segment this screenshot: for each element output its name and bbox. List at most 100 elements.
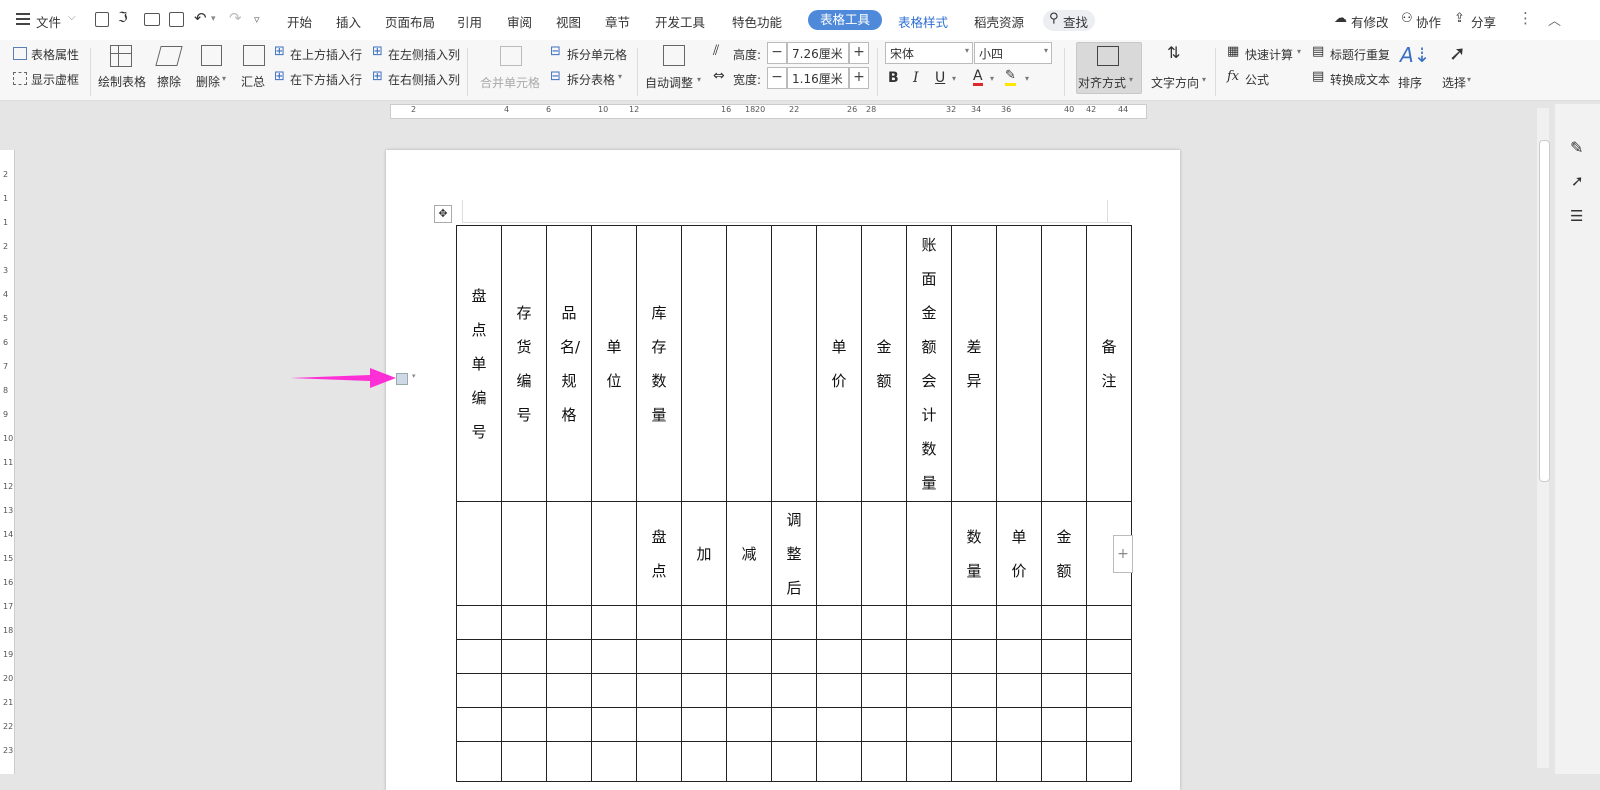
table-cell[interactable]: 单位 — [591, 225, 637, 502]
quick-calc-button[interactable]: 快速计算 — [1245, 46, 1293, 63]
table-cell[interactable] — [906, 673, 952, 708]
width-decrease-button[interactable]: − — [767, 67, 787, 89]
table-cell[interactable] — [1041, 707, 1087, 742]
print-icon[interactable] — [144, 13, 160, 26]
tab-resource[interactable]: 稻壳资源 — [974, 12, 1024, 31]
table-cell[interactable] — [816, 605, 862, 640]
chevron-down-icon[interactable]: ⌵ — [68, 12, 76, 23]
table-cell[interactable] — [1086, 605, 1132, 640]
table-cell[interactable] — [636, 605, 682, 640]
table-cell[interactable] — [906, 639, 952, 674]
file-menu[interactable]: 文件 — [36, 12, 61, 31]
table-move-handle-icon[interactable]: ✥ — [434, 205, 452, 223]
table-cell[interactable] — [1041, 673, 1087, 708]
table-cell[interactable] — [996, 225, 1042, 502]
paint-icon[interactable]: ℑ — [118, 10, 128, 26]
table-cell[interactable] — [726, 673, 772, 708]
table-cell[interactable] — [591, 639, 637, 674]
table-cell[interactable] — [501, 501, 547, 606]
table-cell[interactable] — [501, 741, 547, 782]
table-cell[interactable] — [1041, 225, 1087, 502]
split-cells-button[interactable]: 拆分单元格 — [567, 46, 627, 63]
font-color-button[interactable]: A — [973, 69, 983, 86]
table-cell[interactable] — [546, 707, 592, 742]
select-button[interactable]: 选择 — [1442, 74, 1466, 91]
table-cell[interactable] — [546, 639, 592, 674]
table-cell[interactable] — [681, 673, 727, 708]
table-cell[interactable] — [636, 639, 682, 674]
table-cell[interactable] — [906, 605, 952, 640]
table-cell[interactable] — [591, 673, 637, 708]
table-cell[interactable] — [591, 741, 637, 782]
table-cell[interactable] — [816, 501, 862, 606]
table-cell[interactable] — [816, 639, 862, 674]
table-cell[interactable] — [1041, 605, 1087, 640]
table-cell[interactable] — [681, 707, 727, 742]
collapse-ribbon-icon[interactable]: ︿ — [1548, 10, 1561, 29]
undo-icon[interactable]: ↶ — [194, 9, 207, 27]
table-cell[interactable] — [636, 707, 682, 742]
table-cell[interactable] — [861, 639, 907, 674]
table-cell[interactable] — [816, 707, 862, 742]
save-icon[interactable] — [95, 12, 109, 27]
tab-review[interactable]: 审阅 — [507, 12, 532, 31]
table-cell[interactable]: 减 — [726, 501, 772, 606]
table-cell[interactable]: 盘点 — [636, 501, 682, 606]
table-cell[interactable] — [726, 707, 772, 742]
table-cell[interactable]: 存货编号 — [501, 225, 547, 502]
tab-start[interactable]: 开始 — [287, 12, 312, 31]
font-name-select[interactable]: 宋体 ▾ — [885, 42, 973, 64]
draw-table-button[interactable]: 绘制表格 — [98, 73, 146, 90]
scrollbar-thumb[interactable] — [1539, 140, 1550, 482]
horizontal-ruler[interactable]: 2 4 6 10 12 16 18 20 22 26 28 32 34 36 4… — [390, 104, 1147, 119]
tab-special[interactable]: 特色功能 — [732, 12, 782, 31]
table-cell[interactable] — [1041, 741, 1087, 782]
erase-button[interactable]: 擦除 — [157, 73, 181, 90]
underline-dropdown-icon[interactable]: ▾ — [952, 74, 956, 83]
tab-references[interactable]: 引用 — [457, 12, 482, 31]
table-cell[interactable] — [501, 707, 547, 742]
table-cell[interactable] — [726, 225, 772, 502]
table-cell[interactable] — [726, 741, 772, 782]
underline-button[interactable]: U — [935, 70, 945, 86]
vertical-ruler[interactable]: 2 1 1 2 3 4 5 6 7 8 9 10 11 12 13 14 15 16 17 18 19 20 21 22 23 — [0, 150, 15, 774]
height-field[interactable]: 7.26厘米 — [787, 42, 849, 64]
table-cell[interactable] — [951, 673, 997, 708]
table-cell[interactable] — [861, 501, 907, 606]
table-cell[interactable] — [996, 639, 1042, 674]
add-column-button[interactable]: + — [1113, 535, 1133, 573]
table-cell[interactable] — [546, 741, 592, 782]
align-button[interactable]: 对齐方式 — [1078, 74, 1126, 91]
title-repeat-button[interactable]: 标题行重复 — [1330, 46, 1390, 63]
summary-button[interactable]: 汇总 — [241, 73, 265, 90]
table-cell[interactable] — [1086, 741, 1132, 782]
table-cell[interactable]: 单价 — [996, 501, 1042, 606]
table-cell[interactable] — [681, 741, 727, 782]
height-increase-button[interactable]: + — [849, 42, 869, 64]
table-cell[interactable] — [771, 639, 817, 674]
insert-above-button[interactable]: 在上方插入行 — [290, 46, 362, 63]
table-cell[interactable] — [771, 707, 817, 742]
table-cell[interactable] — [1041, 639, 1087, 674]
insert-right-button[interactable]: 在右侧插入列 — [388, 71, 460, 88]
changes-button[interactable]: 有修改 — [1351, 12, 1389, 31]
table-cell[interactable] — [861, 707, 907, 742]
pointer-icon[interactable]: ➚ — [1571, 172, 1584, 190]
share-button[interactable]: 分享 — [1471, 12, 1496, 31]
tab-chapter[interactable]: 章节 — [605, 12, 630, 31]
table-cell[interactable] — [771, 741, 817, 782]
font-color-dropdown-icon[interactable]: ▾ — [990, 74, 994, 83]
delete-dropdown-icon[interactable]: ▾ — [222, 74, 226, 83]
table-cell[interactable] — [546, 673, 592, 708]
quick-calc-dropdown-icon[interactable]: ▾ — [1297, 47, 1301, 56]
table-cell[interactable] — [501, 673, 547, 708]
table-cell[interactable]: 金额 — [1041, 501, 1087, 606]
more-icon[interactable]: ▿ — [254, 13, 260, 26]
italic-button[interactable]: I — [913, 70, 919, 86]
table-cell[interactable] — [996, 673, 1042, 708]
hamburger-icon[interactable] — [16, 13, 30, 25]
tab-insert[interactable]: 插入 — [336, 12, 361, 31]
table-cell[interactable] — [951, 707, 997, 742]
preview-icon[interactable] — [169, 12, 184, 27]
table-cell[interactable] — [771, 605, 817, 640]
